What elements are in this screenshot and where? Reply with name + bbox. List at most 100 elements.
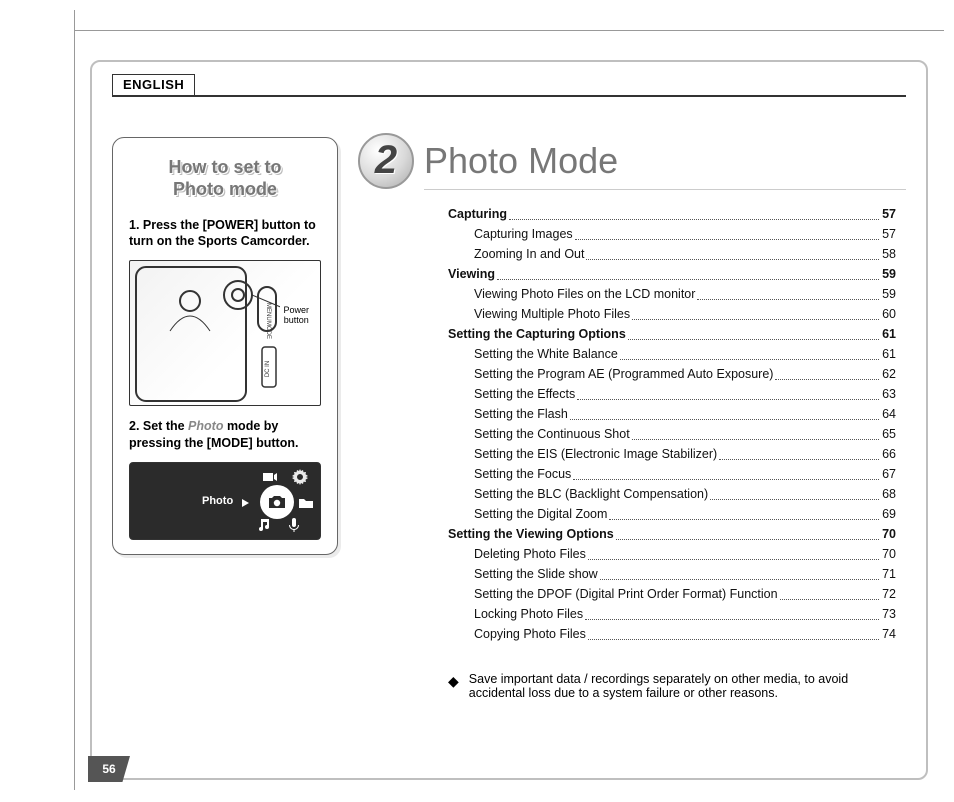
toc-page: 62 bbox=[882, 364, 896, 384]
how-to-title-line1: How to set to bbox=[169, 157, 282, 177]
toc-leader-dots bbox=[586, 244, 879, 260]
menu-label: MENU bbox=[265, 303, 271, 321]
toc-label: Capturing Images bbox=[474, 224, 573, 244]
toc-leader-dots bbox=[573, 464, 879, 480]
toc-label: Setting the Flash bbox=[474, 404, 568, 424]
toc-label: Setting the Effects bbox=[474, 384, 575, 404]
toc-entry: Setting the DPOF (Digital Print Order Fo… bbox=[474, 584, 896, 604]
mic-icon bbox=[286, 517, 302, 533]
toc-entry: Viewing Multiple Photo Files60 bbox=[474, 304, 896, 324]
toc-page: 61 bbox=[882, 324, 896, 344]
toc-label: Setting the EIS (Electronic Image Stabil… bbox=[474, 444, 717, 464]
toc-label: Viewing Photo Files on the LCD monitor bbox=[474, 284, 695, 304]
movie-icon bbox=[262, 469, 278, 485]
footnote: ◆ Save important data / recordings separ… bbox=[448, 672, 896, 700]
music-icon bbox=[256, 517, 272, 533]
power-button-label-l2: button bbox=[284, 315, 309, 325]
toc-label: Viewing Multiple Photo Files bbox=[474, 304, 630, 324]
toc-leader-dots bbox=[632, 424, 879, 440]
toc-leader-dots bbox=[570, 404, 879, 420]
toc-leader-dots bbox=[497, 264, 879, 280]
toc-leader-dots bbox=[710, 484, 879, 500]
toc-leader-dots bbox=[609, 504, 879, 520]
toc-page: 67 bbox=[882, 464, 896, 484]
crop-horizontal-rule bbox=[74, 30, 944, 31]
triangle-pointer-icon bbox=[242, 499, 249, 507]
toc-page: 64 bbox=[882, 404, 896, 424]
diamond-bullet-icon: ◆ bbox=[448, 674, 459, 700]
power-button-label-l1: Power bbox=[283, 305, 309, 315]
toc-label: Setting the Program AE (Programmed Auto … bbox=[474, 364, 773, 384]
toc-leader-dots bbox=[719, 444, 879, 460]
header-rule bbox=[112, 95, 906, 97]
chapter-number: 2 bbox=[358, 133, 414, 189]
step-1-text: 1. Press the [POWER] button to turn on t… bbox=[129, 217, 321, 251]
toc-entry: Viewing Photo Files on the LCD monitor 59 bbox=[474, 284, 896, 304]
page-number-badge: 56 bbox=[88, 756, 130, 782]
toc-page: 58 bbox=[882, 244, 896, 264]
toc-label: Setting the Slide show bbox=[474, 564, 598, 584]
toc-leader-dots bbox=[780, 584, 880, 600]
toc-entry: Zooming In and Out 58 bbox=[474, 244, 896, 264]
camcorder-diagram: MENU MODE DC IN Power button bbox=[129, 260, 321, 406]
toc-entry: Setting the Effects63 bbox=[474, 384, 896, 404]
toc-entry: Locking Photo Files73 bbox=[474, 604, 896, 624]
toc-page: 59 bbox=[882, 284, 896, 304]
mode-label: MODE bbox=[265, 321, 271, 339]
chapter-title: Photo Mode bbox=[424, 140, 618, 182]
toc-page: 70 bbox=[882, 524, 896, 544]
toc-label: Zooming In and Out bbox=[474, 244, 584, 264]
toc-leader-dots bbox=[616, 524, 879, 540]
toc-entry: Deleting Photo Files 70 bbox=[474, 544, 896, 564]
language-tab: ENGLISH bbox=[112, 74, 195, 96]
toc-leader-dots bbox=[588, 544, 879, 560]
dc-in-label: DC IN bbox=[265, 361, 271, 377]
toc-entry: Copying Photo Files74 bbox=[474, 624, 896, 644]
manual-page: ENGLISH How to set to Photo mode 1. Pres… bbox=[0, 0, 954, 802]
toc-leader-dots bbox=[509, 204, 879, 220]
toc-entry: Setting the Viewing Options 70 bbox=[448, 524, 896, 544]
toc-page: 74 bbox=[882, 624, 896, 644]
folder-icon bbox=[298, 495, 314, 514]
toc-entry: Setting the Continuous Shot65 bbox=[474, 424, 896, 444]
toc-label: Setting the Capturing Options bbox=[448, 324, 626, 344]
chapter-header: 2 Photo Mode bbox=[358, 133, 906, 189]
toc-leader-dots bbox=[575, 224, 879, 240]
toc-entry: Setting the Slide show 71 bbox=[474, 564, 896, 584]
toc-entry: Setting the Capturing Options 61 bbox=[448, 324, 896, 344]
toc-page: 72 bbox=[882, 584, 896, 604]
toc-label: Setting the Digital Zoom bbox=[474, 504, 607, 524]
toc-label: Capturing bbox=[448, 204, 507, 224]
toc-page: 71 bbox=[882, 564, 896, 584]
mode-dial-diagram: Photo bbox=[129, 462, 321, 540]
crop-vertical-rule bbox=[74, 10, 75, 790]
toc-label: Setting the Focus bbox=[474, 464, 571, 484]
step-2-em: Photo bbox=[188, 419, 223, 433]
toc-entry: Capturing Images 57 bbox=[474, 224, 896, 244]
main-content: 2 Photo Mode Capturing57Capturing Images… bbox=[358, 137, 906, 700]
toc-entry: Viewing59 bbox=[448, 264, 896, 284]
toc-leader-dots bbox=[620, 344, 879, 360]
toc-label: Deleting Photo Files bbox=[474, 544, 586, 564]
how-to-title-line2: Photo mode bbox=[173, 179, 277, 199]
step-2-a: 2. Set the bbox=[129, 419, 188, 433]
toc-entry: Setting the Flash 64 bbox=[474, 404, 896, 424]
toc-page: 69 bbox=[882, 504, 896, 524]
toc-page: 70 bbox=[882, 544, 896, 564]
toc-page: 57 bbox=[882, 224, 896, 244]
toc-entry: Setting the Program AE (Programmed Auto … bbox=[474, 364, 896, 384]
toc-entry: Setting the White Balance61 bbox=[474, 344, 896, 364]
toc-leader-dots bbox=[697, 284, 879, 300]
footnote-text: Save important data / recordings separat… bbox=[469, 672, 896, 700]
page-frame: ENGLISH How to set to Photo mode 1. Pres… bbox=[90, 60, 928, 780]
chapter-rule bbox=[424, 189, 906, 190]
toc-label: Setting the DPOF (Digital Print Order Fo… bbox=[474, 584, 778, 604]
toc-leader-dots bbox=[632, 304, 879, 320]
toc-page: 66 bbox=[882, 444, 896, 464]
toc-entry: Capturing57 bbox=[448, 204, 896, 224]
toc-page: 59 bbox=[882, 264, 896, 284]
toc-label: Setting the BLC (Backlight Compensation) bbox=[474, 484, 708, 504]
toc-entry: Setting the EIS (Electronic Image Stabil… bbox=[474, 444, 896, 464]
toc-leader-dots bbox=[585, 604, 879, 620]
toc-label: Setting the Viewing Options bbox=[448, 524, 614, 544]
